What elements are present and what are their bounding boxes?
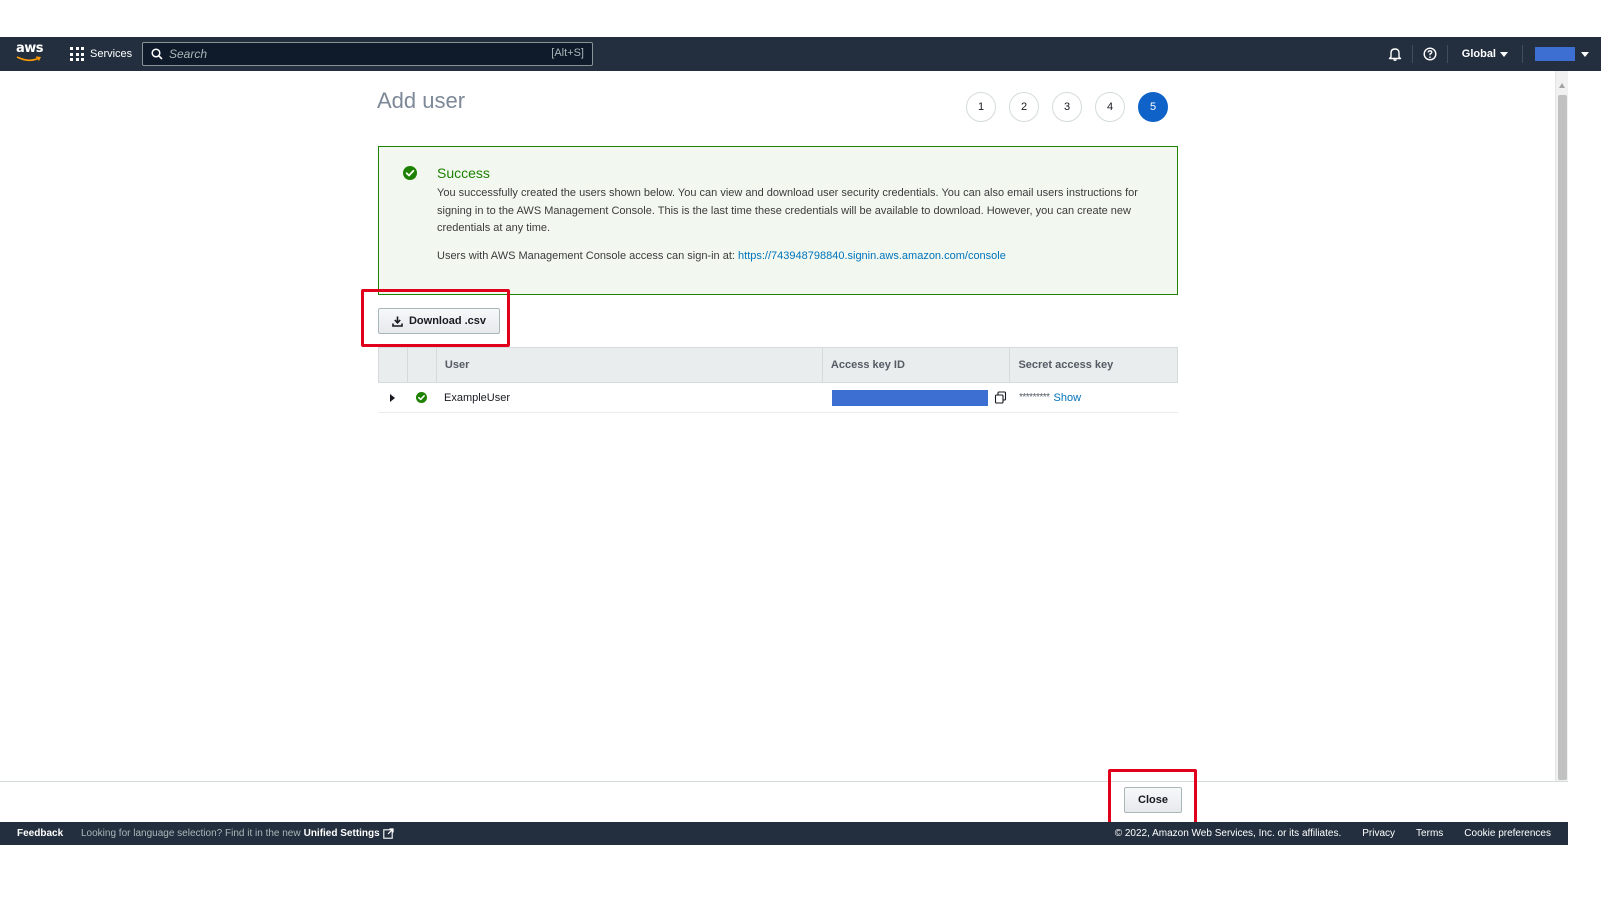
language-notice-text: Looking for language selection? Find it … (81, 828, 301, 839)
expand-row-button[interactable] (378, 383, 407, 412)
footer-links: © 2022, Amazon Web Services, Inc. or its… (1115, 828, 1551, 839)
help-icon (1423, 47, 1437, 61)
services-menu-button[interactable]: Services (70, 46, 132, 62)
region-label: Global (1461, 48, 1496, 60)
services-label: Services (90, 48, 133, 60)
success-check-icon (416, 392, 427, 403)
top-navigation-bar: aws Services [Alt+S] (0, 37, 1601, 71)
scrollbar-thumb[interactable] (1558, 95, 1567, 780)
download-csv-label: Download .csv (408, 315, 487, 327)
table-row: ExampleUser ********* Show (378, 383, 1178, 413)
wizard-steps: 1 2 3 4 5 (966, 92, 1168, 122)
cookie-preferences-link[interactable]: Cookie preferences (1464, 828, 1551, 839)
header-status-col (408, 348, 437, 382)
copy-icon[interactable] (994, 391, 1007, 404)
unified-settings-link[interactable]: Unified Settings (304, 828, 380, 839)
feedback-link[interactable]: Feedback (17, 828, 63, 839)
download-csv-button[interactable]: Download .csv (378, 308, 500, 334)
signin-text: Users with AWS Management Console access… (437, 250, 735, 262)
secret-key-cell: ********* Show (1011, 383, 1178, 412)
access-key-cell (823, 383, 1011, 412)
caret-down-icon (1581, 51, 1589, 57)
row-status (407, 383, 436, 412)
console-signin-link[interactable]: https://743948798840.signin.aws.amazon.c… (738, 250, 1006, 262)
aws-logo-text: aws (16, 41, 44, 56)
redacted-account-name (1535, 47, 1575, 61)
expand-triangle-icon (390, 393, 395, 402)
success-check-icon (403, 166, 417, 180)
header-access-key-id: Access key ID (823, 348, 1011, 382)
search-input[interactable] (169, 47, 529, 61)
search-icon (151, 48, 163, 60)
step-3[interactable]: 3 (1052, 92, 1082, 122)
help-button[interactable] (1413, 37, 1447, 71)
bottom-action-bar (0, 781, 1568, 821)
step-1[interactable]: 1 (966, 92, 996, 122)
user-name-cell: ExampleUser (444, 391, 511, 404)
vertical-scrollbar[interactable] (1555, 71, 1568, 781)
bell-icon (1388, 48, 1401, 61)
services-grid-icon (70, 47, 84, 61)
header-secret-access-key: Secret access key (1018, 359, 1114, 371)
language-notice: Looking for language selection? Find it … (81, 828, 394, 839)
signin-info: Users with AWS Management Console access… (437, 250, 1006, 262)
credentials-table: User Access key ID Secret access key Exa… (378, 347, 1178, 413)
caret-down-icon (1500, 51, 1508, 57)
search-box[interactable]: [Alt+S] (142, 42, 593, 66)
privacy-link[interactable]: Privacy (1362, 828, 1395, 839)
page-title: Add user (377, 88, 466, 113)
copyright-text: © 2022, Amazon Web Services, Inc. or its… (1114, 828, 1342, 839)
terms-link[interactable]: Terms (1416, 828, 1443, 839)
aws-logo[interactable]: aws (16, 41, 46, 65)
step-5-active: 5 (1138, 92, 1168, 122)
search-shortcut-hint: [Alt+S] (551, 47, 584, 59)
show-secret-link[interactable]: Show (1054, 392, 1082, 404)
alert-title: Success (437, 165, 490, 181)
download-icon (392, 316, 403, 327)
redacted-access-key (832, 389, 988, 406)
account-menu[interactable] (1523, 47, 1589, 61)
header-expand-col (379, 348, 408, 382)
success-alert: Success You successfully created the use… (378, 146, 1178, 295)
nav-right-group: Global (1378, 37, 1589, 71)
region-selector[interactable]: Global (1448, 48, 1522, 60)
secret-key-mask: ********* (1019, 392, 1050, 403)
header-user: User (437, 348, 823, 382)
browser-page: aws Services [Alt+S] (0, 0, 1601, 900)
external-link-icon (382, 828, 394, 839)
aws-smile-icon (16, 56, 41, 62)
notifications-button[interactable] (1378, 37, 1412, 71)
step-4[interactable]: 4 (1095, 92, 1125, 122)
table-header: User Access key ID Secret access key (378, 347, 1178, 383)
alert-message: You successfully created the users shown… (437, 187, 1138, 235)
close-button[interactable]: Close (1124, 787, 1182, 813)
step-2[interactable]: 2 (1009, 92, 1039, 122)
scroll-up-arrow-icon[interactable] (1559, 83, 1565, 88)
console-footer: Feedback Looking for language selection?… (0, 822, 1568, 845)
